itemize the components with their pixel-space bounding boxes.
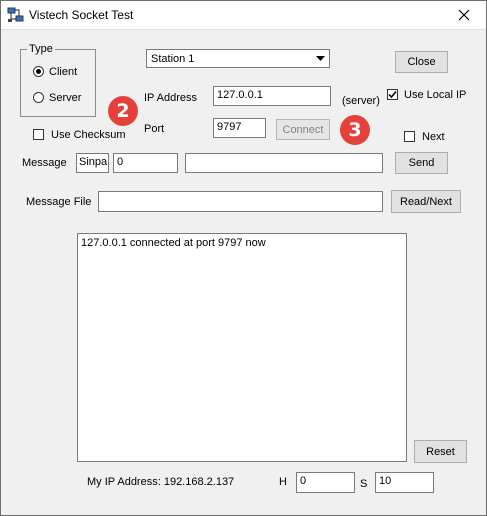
ip-server-suffix: (server): [342, 95, 380, 107]
close-button[interactable]: Close: [395, 51, 448, 73]
message-text-field[interactable]: [185, 153, 383, 173]
message-prefix-field[interactable]: Sinpa: [76, 153, 109, 173]
s-field[interactable]: 10: [375, 472, 434, 493]
s-label: S: [360, 478, 368, 490]
app-window: Vistech Socket Test Type Client Server S…: [0, 0, 487, 516]
my-ip-address-label: My IP Address: 192.168.2.137: [87, 476, 235, 488]
port-field[interactable]: 9797: [213, 118, 266, 138]
use-local-ip-label[interactable]: Use Local IP: [404, 89, 466, 101]
use-local-ip-checkbox[interactable]: [387, 89, 398, 100]
log-line: 127.0.0.1 connected at port 9797 now: [81, 237, 266, 249]
ip-address-field[interactable]: 127.0.0.1: [213, 86, 331, 106]
message-file-field[interactable]: [98, 191, 383, 212]
type-group-legend: Type: [27, 43, 55, 55]
h-field[interactable]: 0: [296, 472, 355, 493]
use-checksum-label[interactable]: Use Checksum: [51, 129, 126, 141]
read-next-button[interactable]: Read/Next: [391, 190, 461, 213]
annotation-badge-3: 3: [340, 115, 370, 145]
radio-client[interactable]: [33, 66, 44, 77]
annotation-badge-2: 2: [108, 96, 138, 126]
radio-server[interactable]: [33, 92, 44, 103]
chevron-down-icon[interactable]: [313, 51, 328, 66]
title-bar: Vistech Socket Test: [1, 1, 486, 30]
ip-address-label: IP Address: [144, 92, 197, 104]
next-checkbox[interactable]: [404, 131, 415, 142]
window-title: Vistech Socket Test: [29, 8, 134, 22]
use-checksum-checkbox[interactable]: [33, 129, 44, 140]
reset-button[interactable]: Reset: [414, 440, 467, 463]
connect-button[interactable]: Connect: [276, 119, 330, 140]
port-label: Port: [144, 123, 165, 135]
station-dropdown[interactable]: Station 1: [146, 49, 330, 68]
window-close-button[interactable]: [442, 1, 486, 29]
network-icon: [7, 7, 24, 22]
log-textarea[interactable]: 127.0.0.1 connected at port 9797 now: [77, 233, 407, 462]
message-label: Message: [22, 157, 67, 169]
message-file-label: Message File: [26, 196, 92, 208]
radio-client-label[interactable]: Client: [49, 66, 77, 78]
radio-server-label[interactable]: Server: [49, 92, 81, 104]
close-icon: [458, 9, 470, 21]
checkmark-icon: [388, 91, 397, 99]
type-groupbox: [20, 49, 96, 117]
h-label: H: [279, 476, 287, 488]
next-label[interactable]: Next: [422, 131, 445, 143]
send-button[interactable]: Send: [395, 152, 448, 174]
station-selected-value: Station 1: [151, 53, 195, 65]
message-number-field[interactable]: 0: [113, 153, 178, 173]
